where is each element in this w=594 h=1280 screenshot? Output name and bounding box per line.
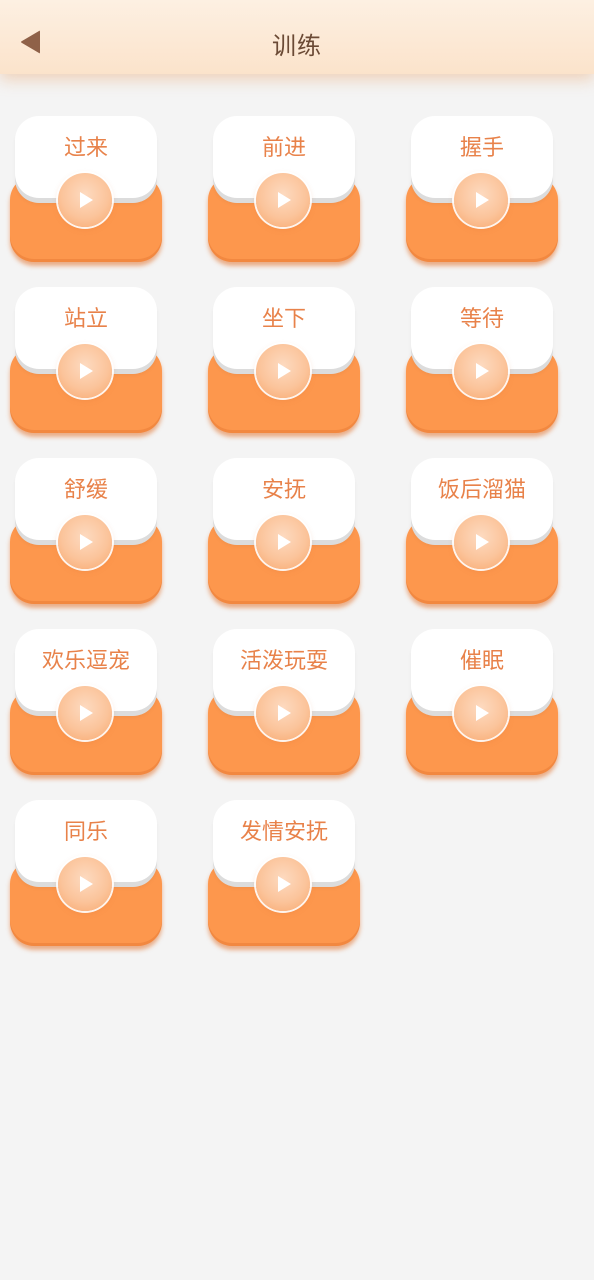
play-button[interactable] (58, 686, 112, 740)
command-label: 握手 (459, 136, 504, 161)
command-label: 坐下 (261, 307, 306, 332)
command-card[interactable]: 站立 (10, 287, 162, 435)
play-icon (278, 363, 291, 379)
play-button[interactable] (256, 686, 310, 740)
command-card[interactable]: 舒缓 (10, 458, 162, 606)
command-label: 过来 (63, 136, 108, 161)
command-card[interactable]: 安抚 (208, 458, 360, 606)
command-label: 舒缓 (63, 478, 108, 503)
command-card[interactable]: 同乐 (10, 800, 162, 948)
command-label: 安抚 (261, 478, 306, 503)
play-button[interactable] (454, 686, 508, 740)
play-button[interactable] (256, 344, 310, 398)
play-icon (80, 192, 93, 208)
command-card[interactable]: 饭后溜猫 (406, 458, 558, 606)
play-button[interactable] (454, 173, 508, 227)
command-label: 等待 (459, 307, 504, 332)
play-icon (80, 363, 93, 379)
command-card[interactable]: 过来 (10, 116, 162, 264)
top-app-bar: 训练 (0, 0, 594, 74)
command-label: 前进 (261, 136, 306, 161)
command-label: 饭后溜猫 (437, 478, 526, 503)
play-icon (80, 876, 93, 892)
command-label: 欢乐逗宠 (41, 649, 130, 674)
play-button[interactable] (58, 515, 112, 569)
play-icon (476, 363, 489, 379)
command-card[interactable]: 发情安抚 (208, 800, 360, 948)
command-card[interactable]: 坐下 (208, 287, 360, 435)
play-button[interactable] (256, 857, 310, 911)
command-card[interactable]: 欢乐逗宠 (10, 629, 162, 777)
command-card[interactable]: 活泼玩耍 (208, 629, 360, 777)
command-card[interactable]: 等待 (406, 287, 558, 435)
play-button[interactable] (58, 857, 112, 911)
play-button[interactable] (454, 515, 508, 569)
play-icon (80, 534, 93, 550)
play-icon (80, 705, 93, 721)
play-button[interactable] (58, 344, 112, 398)
command-label: 同乐 (63, 820, 108, 845)
play-icon (278, 534, 291, 550)
play-button[interactable] (454, 344, 508, 398)
command-label: 发情安抚 (239, 820, 328, 845)
command-label: 催眠 (459, 649, 504, 674)
command-card[interactable]: 前进 (208, 116, 360, 264)
play-icon (278, 705, 291, 721)
command-label: 站立 (63, 307, 108, 332)
play-icon (476, 192, 489, 208)
play-icon (278, 192, 291, 208)
play-button[interactable] (256, 515, 310, 569)
command-label: 活泼玩耍 (239, 649, 328, 674)
command-card[interactable]: 握手 (406, 116, 558, 264)
command-card[interactable]: 催眠 (406, 629, 558, 777)
play-button[interactable] (256, 173, 310, 227)
play-button[interactable] (58, 173, 112, 227)
play-icon (476, 705, 489, 721)
page-title: 训练 (272, 32, 322, 60)
play-icon (278, 876, 291, 892)
play-icon (476, 534, 489, 550)
